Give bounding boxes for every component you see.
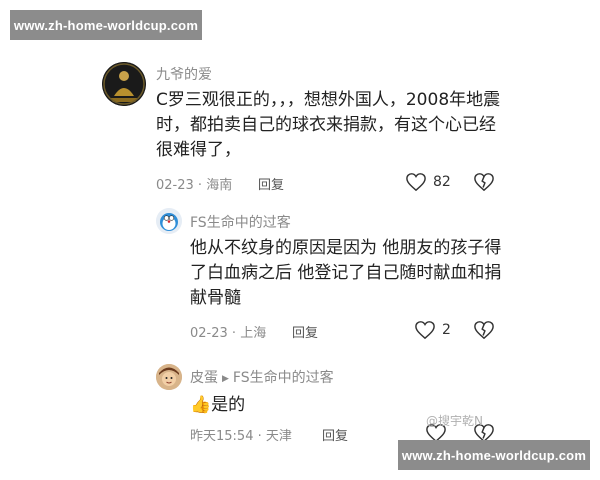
thumbs-up-emoji-icon: 👍 xyxy=(190,395,212,415)
reply-button[interactable]: 回复 xyxy=(292,322,318,341)
reply-header: 皮蛋 ▶ FS生命中的过客 xyxy=(190,367,334,387)
doraemon-avatar-icon xyxy=(156,208,182,234)
reply-button[interactable]: 回复 xyxy=(322,425,348,444)
meta-separator: · xyxy=(197,178,203,193)
comment-date: 02-23 xyxy=(190,326,228,341)
avatar[interactable] xyxy=(102,62,146,106)
reply-arrow-icon: ▶ xyxy=(222,374,229,384)
dislike-button[interactable] xyxy=(473,172,495,196)
reply-target-username[interactable]: FS生命中的过客 xyxy=(233,370,334,386)
comment-text: 👍是的 xyxy=(190,395,246,415)
comment-location: 天津 xyxy=(265,429,292,444)
comment-meta: 02-23 · 上海 xyxy=(190,322,266,341)
inline-watermark: @搜宇乾N xyxy=(426,414,483,428)
watermark-banner-top: www.zh-home-worldcup.com xyxy=(10,10,202,40)
meta-separator: · xyxy=(231,326,237,341)
like-button[interactable]: 82 xyxy=(405,172,451,192)
username[interactable]: 九爷的爱 xyxy=(156,64,212,84)
comment-date: 昨天15:54 xyxy=(190,429,254,444)
golden-figure-avatar-icon xyxy=(102,62,146,106)
comment-text: 他从不纹身的原因是因为 他朋友的孩子得了白血病之后 他登记了自己随时献血和捐献骨… xyxy=(190,238,502,308)
comment-text: C罗三观很正的，，，想想外国人，2008年地震时，都拍卖自己的球衣来捐款，有这个… xyxy=(156,90,501,160)
comment-location: 上海 xyxy=(240,326,267,341)
comment-location: 海南 xyxy=(206,178,233,193)
broken-heart-icon xyxy=(474,173,494,192)
broken-heart-icon xyxy=(474,321,494,340)
comment-meta: 02-23 · 海南 xyxy=(156,174,232,193)
heart-icon xyxy=(406,173,426,192)
dislike-button[interactable] xyxy=(473,320,495,344)
username[interactable]: FS生命中的过客 xyxy=(190,212,291,232)
cartoon-avatar-icon xyxy=(156,364,182,390)
watermark-banner-bottom: www.zh-home-worldcup.com xyxy=(398,440,590,470)
avatar[interactable] xyxy=(156,364,182,390)
reply-button[interactable]: 回复 xyxy=(258,174,284,193)
comment-date: 02-23 xyxy=(156,178,194,193)
meta-separator: · xyxy=(257,429,262,444)
like-count: 2 xyxy=(442,322,451,338)
like-button[interactable]: 2 xyxy=(414,320,451,340)
heart-icon xyxy=(415,321,435,340)
like-count: 82 xyxy=(433,174,451,190)
avatar[interactable] xyxy=(156,208,182,234)
username[interactable]: 皮蛋 xyxy=(190,370,218,386)
comment-meta: 昨天15:54 · 天津 xyxy=(190,425,292,444)
